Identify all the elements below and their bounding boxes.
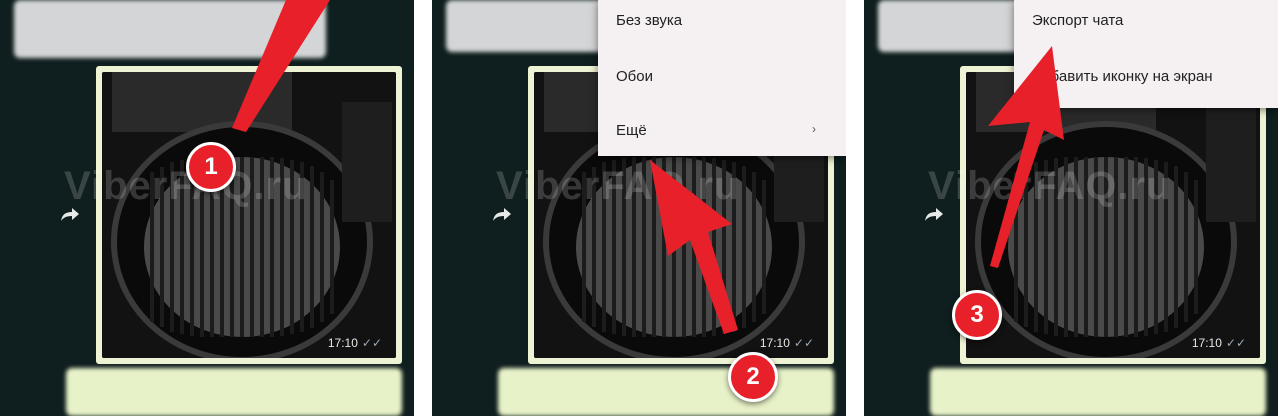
message-time: 17:10 ✓✓: [1191, 336, 1246, 350]
context-menu: Экспорт чата Добавить иконку на экран: [1014, 0, 1278, 108]
menu-item-add-shortcut[interactable]: Добавить иконку на экран: [1032, 68, 1213, 85]
blurred-message: [446, 0, 606, 52]
photo-image[interactable]: 17:10 ✓✓: [966, 72, 1260, 358]
menu-item-more[interactable]: Ещё: [616, 122, 647, 139]
step-badge-1: 1: [186, 142, 236, 192]
chat-panel-2: 17:10 ✓✓ ViberFAQ.ru Без звука Обои Ещё ›…: [432, 0, 846, 416]
read-ticks-icon: ✓✓: [1225, 336, 1246, 350]
context-menu: Без звука Обои Ещё ›: [598, 0, 846, 156]
step-badge-3: 3: [952, 290, 1002, 340]
read-ticks-icon: ✓✓: [361, 336, 382, 350]
step-badge-2: 2: [728, 352, 778, 402]
photo-message[interactable]: 17:10 ✓✓: [96, 66, 402, 364]
menu-item-export-chat[interactable]: Экспорт чата: [1032, 12, 1123, 29]
read-ticks-icon: ✓✓: [793, 336, 814, 350]
pan-photo: [966, 72, 1260, 358]
blurred-reply: [498, 368, 834, 416]
message-time: 17:10 ✓✓: [759, 336, 814, 350]
photo-message[interactable]: 17:10 ✓✓: [960, 66, 1266, 364]
message-time: 17:10 ✓✓: [327, 336, 382, 350]
photo-image[interactable]: 17:10 ✓✓: [102, 72, 396, 358]
menu-item-mute[interactable]: Без звука: [616, 12, 682, 29]
chevron-right-icon: ›: [812, 122, 816, 136]
pan-photo: [102, 72, 396, 358]
menu-item-wallpaper[interactable]: Обои: [616, 68, 653, 85]
watermark: ViberFAQ.ru: [496, 164, 740, 208]
blurred-reply: [930, 368, 1266, 416]
blurred-reply: [66, 368, 402, 416]
watermark: ViberFAQ.ru: [928, 164, 1172, 208]
chat-panel-3: 17:10 ✓✓ ViberFAQ.ru Экспорт чата Добавит…: [864, 0, 1278, 416]
chat-panel-1: 17:10 ✓✓ ViberFAQ.ru 1: [0, 0, 414, 416]
blurred-message: [14, 0, 326, 58]
